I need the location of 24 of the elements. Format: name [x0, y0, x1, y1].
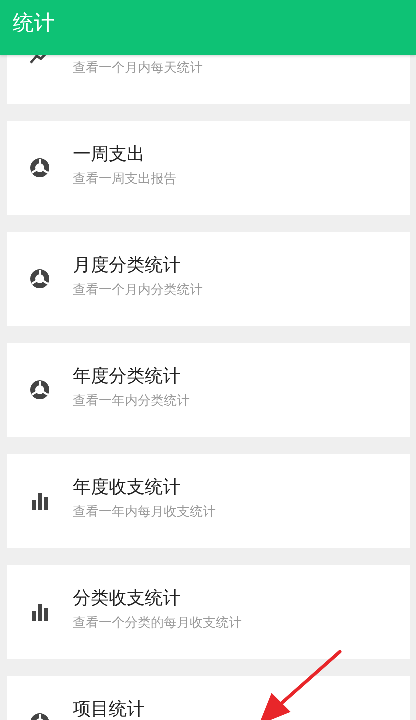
pie-chart-icon: [30, 158, 50, 178]
page-title: 统计: [13, 10, 55, 36]
card-title: 月度分类统计: [73, 256, 182, 276]
card-title: 分类收支统计: [73, 589, 182, 609]
card-subtitle: 查看一周支出报告: [73, 171, 177, 188]
pie-chart-icon: [30, 380, 50, 400]
stats-card[interactable]: 年度收支统计 查看一年内每月收支统计: [7, 454, 410, 548]
bar-chart-icon: [30, 492, 50, 510]
card-subtitle: 查看一个分类的每月收支统计: [73, 615, 242, 632]
card-title: 一周支出: [73, 145, 146, 165]
card-title: 项目统计: [73, 700, 145, 720]
card-subtitle: 查看一个月内分类统计: [73, 282, 203, 299]
stats-card[interactable]: 项目统计: [7, 676, 410, 720]
card-subtitle: 查看一个月内每天统计: [73, 60, 203, 77]
card-title: 年度收支统计: [73, 478, 182, 498]
card-title: 年度分类统计: [73, 367, 182, 387]
card-subtitle: 查看一年内每月收支统计: [73, 504, 216, 521]
stats-card[interactable]: 年度分类统计 查看一年内分类统计: [7, 343, 410, 437]
pie-chart-icon: [30, 269, 50, 289]
card-subtitle: 查看一年内分类统计: [73, 393, 190, 410]
stats-card[interactable]: 一周支出 查看一周支出报告: [7, 121, 410, 215]
bar-chart-icon: [30, 603, 50, 621]
stats-card[interactable]: 月度分类统计 查看一个月内分类统计: [7, 232, 410, 326]
stats-card[interactable]: 分类收支统计 查看一个分类的每月收支统计: [7, 565, 410, 659]
